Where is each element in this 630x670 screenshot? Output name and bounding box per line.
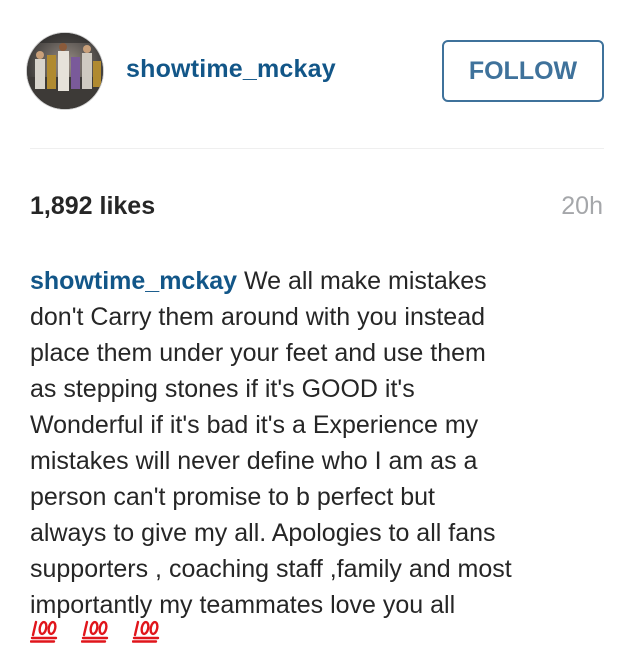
caption-emoji-row	[30, 619, 610, 643]
hundred-points-icon	[80, 620, 109, 643]
avatar-photo	[27, 33, 103, 109]
hundred-points-icon	[131, 620, 160, 643]
post-header: showtime_mckay FOLLOW	[0, 0, 630, 148]
header-username[interactable]: showtime_mckay	[126, 55, 336, 84]
post-caption: showtime_mckay We all make mistakes don'…	[30, 263, 610, 643]
post-timestamp: 20h	[561, 192, 603, 220]
caption-username[interactable]: showtime_mckay	[30, 267, 237, 295]
hundred-points-icon	[30, 620, 58, 643]
avatar[interactable]	[26, 32, 104, 110]
header-divider	[30, 148, 604, 149]
caption-text: We all make mistakes don't Carry them ar…	[30, 267, 512, 619]
follow-button[interactable]: FOLLOW	[442, 40, 604, 102]
likes-count[interactable]: 1,892 likes	[30, 192, 155, 221]
